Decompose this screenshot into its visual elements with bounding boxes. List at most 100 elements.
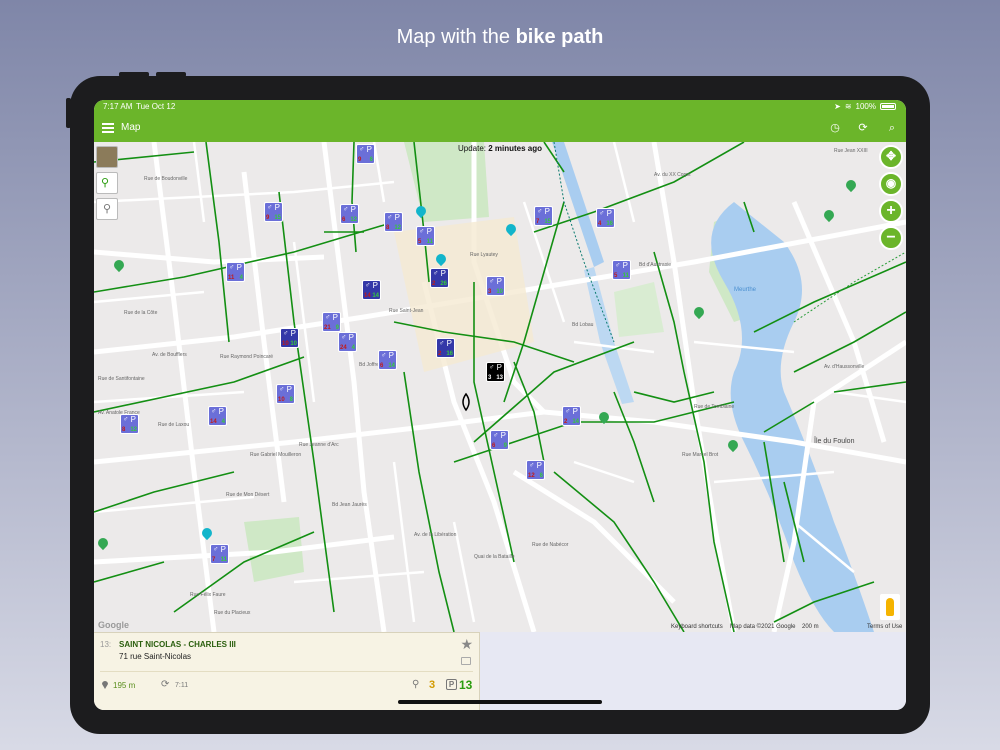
street-label: Rue Marcel Brot bbox=[682, 452, 719, 458]
bike-station-marker[interactable]: ♂ P 4 16 bbox=[596, 208, 615, 228]
bike-station-marker[interactable]: ♂ P 6 9 bbox=[490, 430, 509, 450]
bike-icon: ♂ bbox=[439, 340, 445, 347]
bike-station-marker[interactable]: ♂ P 6 14 bbox=[378, 350, 397, 370]
bike-station-marker[interactable]: ♂ P 5 11 bbox=[612, 260, 631, 280]
detail-area bbox=[480, 632, 906, 710]
status-bar: 7:17 AM Tue Oct 12 ➤ ≋ 100% bbox=[94, 100, 906, 114]
bike-station-marker[interactable]: ♂ P 8 12 bbox=[120, 414, 139, 434]
satellite-layer-button[interactable] bbox=[96, 146, 118, 168]
bike-icon: ♂ bbox=[211, 408, 217, 415]
street-label: Rue Gabriel Mouilleron bbox=[250, 452, 302, 458]
bike-icon: ♂ bbox=[493, 432, 499, 439]
street-label: Rue Lyautey bbox=[470, 252, 498, 258]
street-label: Rue de la Côte bbox=[124, 310, 158, 316]
street-label: Rue Félix Faure bbox=[190, 592, 226, 598]
street-label: Rue de Laxou bbox=[158, 422, 190, 428]
bike-station-marker[interactable]: ♂ P 3 10 bbox=[486, 276, 505, 296]
station-name: SAINT NICOLAS - CHARLES III bbox=[119, 640, 236, 649]
keyboard-shortcuts-link[interactable]: Keyboard shortcuts bbox=[671, 624, 723, 630]
parking-icon: P bbox=[286, 385, 292, 394]
street-view-pegman-icon[interactable] bbox=[880, 594, 900, 620]
bike-icon: ♂ bbox=[565, 408, 571, 415]
bike-station-marker[interactable]: ♂ P 6 12 bbox=[340, 204, 359, 224]
status-time: 7:17 AM bbox=[103, 102, 133, 111]
parking-icon: P bbox=[388, 351, 394, 360]
parking-icon: P bbox=[332, 313, 338, 322]
bike-icon: ♂ bbox=[343, 206, 349, 213]
parking-icon: P bbox=[218, 407, 224, 416]
timer-icon[interactable]: ◷ bbox=[828, 121, 842, 135]
bike-station-marker[interactable]: ♂ P 8 12 bbox=[384, 212, 403, 232]
bike-station-marker[interactable]: ♂ P 24 4 bbox=[338, 332, 357, 352]
parking-icon: P bbox=[220, 545, 226, 554]
home-indicator[interactable] bbox=[398, 700, 602, 704]
bike-station-marker[interactable]: ♂ P 2 14 bbox=[562, 406, 581, 426]
bike-station-marker[interactable]: ♂ P 7 11 bbox=[210, 544, 229, 564]
street-label: Rue du Placieux bbox=[214, 610, 251, 616]
zoom-in-icon[interactable]: + bbox=[879, 199, 903, 223]
refresh-icon[interactable]: ⟳ bbox=[856, 121, 870, 135]
move-icon[interactable]: ✥ bbox=[879, 145, 903, 169]
bike-station-marker[interactable]: ♂ P 14 4 bbox=[208, 406, 227, 426]
bike-layer-button[interactable]: ⚲ bbox=[96, 172, 118, 194]
parking-icon: P bbox=[130, 415, 136, 424]
bike-icon: ♂ bbox=[365, 282, 371, 289]
bike-station-marker[interactable]: ♂ P 11 4 bbox=[226, 262, 245, 282]
app-bar: Map ◷ ⟳ ⌕ bbox=[94, 114, 906, 142]
parking-icon: P bbox=[446, 339, 452, 348]
parking-icon: P bbox=[622, 261, 628, 270]
bike-station-marker[interactable]: ♂ P 2 26 bbox=[430, 268, 449, 288]
parking-icon: P bbox=[446, 679, 457, 690]
bike-station-marker[interactable]: ♂ P 5 11 bbox=[416, 226, 435, 246]
street-label: Bd d'Austrasie bbox=[639, 262, 672, 268]
street-label: Rue Jean XXIII bbox=[834, 148, 868, 154]
bike-icon: ♂ bbox=[341, 334, 347, 341]
bike-station-marker[interactable]: ♂ P 2 16 bbox=[436, 338, 455, 358]
parking-icon: P bbox=[536, 461, 542, 470]
pin-layer-button[interactable]: ⚲ bbox=[96, 198, 118, 220]
bike-icon: ♂ bbox=[489, 278, 495, 285]
bike-station-marker[interactable]: ♂ P 9 6 bbox=[356, 144, 375, 164]
terms-link[interactable]: Terms of Use bbox=[867, 624, 902, 630]
bike-path-icon: ⚲ bbox=[101, 177, 110, 189]
map-view[interactable]: Update: 2 minutes ago Rue de Boudonville… bbox=[94, 142, 906, 632]
river-label: Meurthe bbox=[734, 287, 757, 293]
location-pin-icon bbox=[102, 681, 108, 689]
favorite-star-icon[interactable]: ★ bbox=[460, 636, 473, 653]
street-label: Rue de Nabécor bbox=[532, 542, 569, 548]
bike-station-marker[interactable]: ♂ P 10 10 bbox=[280, 328, 299, 348]
location-icon: ➤ bbox=[834, 102, 841, 111]
street-label: Rue Jeanne d'Arc bbox=[299, 442, 339, 448]
card-icon[interactable] bbox=[461, 657, 471, 665]
street-label: Rue de Mon Désert bbox=[226, 492, 270, 498]
street-label: Bd Jean Jaurès bbox=[332, 502, 367, 508]
bike-station-marker[interactable]: ♂ P 9 15 bbox=[264, 202, 283, 222]
parking-icon: P bbox=[496, 363, 502, 372]
menu-icon[interactable] bbox=[102, 123, 114, 133]
bike-icon: ♂ bbox=[283, 330, 289, 337]
street-label: Rue Raymond Poincaré bbox=[220, 354, 274, 360]
bike-station-marker[interactable]: ♂ P 7 15 bbox=[534, 206, 553, 226]
bike-station-marker[interactable]: ♂ P 14 14 bbox=[362, 280, 381, 300]
search-icon[interactable]: ⌕ bbox=[885, 121, 899, 135]
parking-icon: P bbox=[348, 333, 354, 342]
bike-station-marker[interactable]: ♂ P 10 8 bbox=[276, 384, 295, 404]
locate-icon[interactable]: ◉ bbox=[879, 172, 903, 196]
zoom-out-icon[interactable]: − bbox=[879, 226, 903, 250]
parking-icon: P bbox=[394, 213, 400, 222]
bike-icon: ♂ bbox=[537, 208, 543, 215]
battery-label: 100% bbox=[855, 102, 876, 111]
page-title: Map bbox=[121, 122, 141, 133]
bike-station-marker[interactable]: ♂ P 12 6 bbox=[526, 460, 545, 480]
bike-station-marker[interactable]: ♂ P 21 9 bbox=[322, 312, 341, 332]
parking-icon: P bbox=[236, 263, 242, 272]
street-label: Rue de Tomblaine bbox=[694, 404, 735, 410]
street-label: Bd Joffre bbox=[359, 362, 379, 368]
street-label: Av. de la Libération bbox=[414, 532, 457, 538]
scale-label[interactable]: 200 m bbox=[802, 624, 819, 630]
island-label: Île du Foulon bbox=[814, 438, 855, 445]
station-detail-panel[interactable]: 13: SAINT NICOLAS - CHARLES III 71 rue S… bbox=[94, 632, 480, 710]
bike-icon: ♂ bbox=[599, 210, 605, 217]
screen: 7:17 AM Tue Oct 12 ➤ ≋ 100% Map ◷ ⟳ ⌕ Up… bbox=[94, 100, 906, 710]
selected-station-marker[interactable]: ♂ P 3 13 bbox=[486, 362, 505, 382]
